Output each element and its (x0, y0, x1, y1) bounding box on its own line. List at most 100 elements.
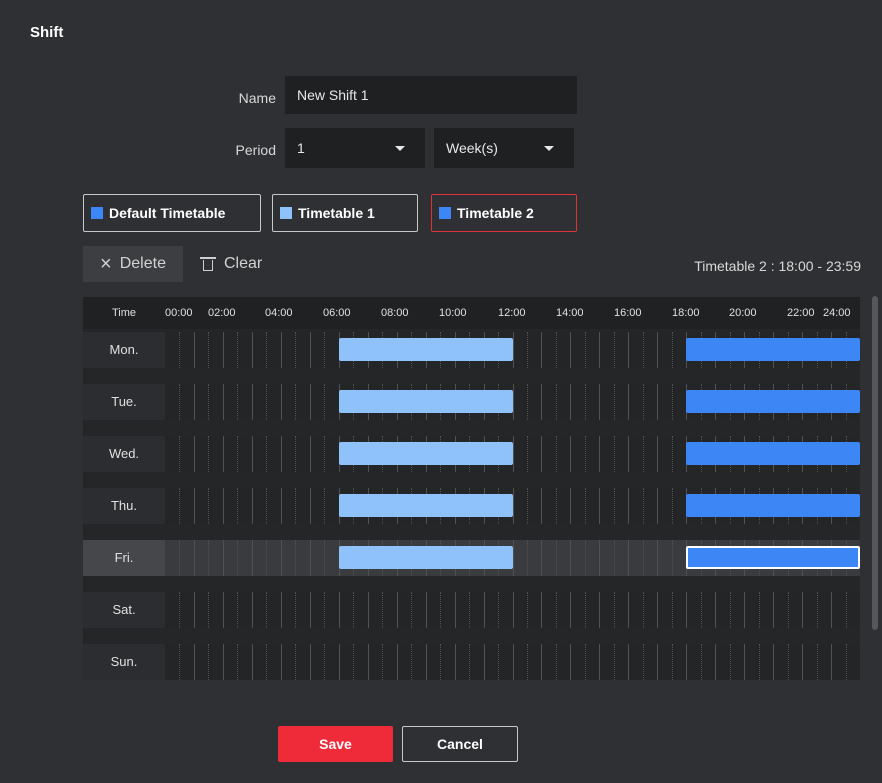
grid-line (628, 384, 629, 420)
grid-line (223, 540, 224, 576)
schedule-row[interactable]: Wed. (83, 436, 860, 472)
grid-line (324, 332, 325, 368)
grid-line (556, 644, 557, 680)
period-select[interactable]: 1 (285, 128, 425, 168)
grid-line (295, 592, 296, 628)
schedule-row[interactable]: Mon. (83, 332, 860, 368)
time-segment[interactable] (686, 338, 860, 361)
grid-line (614, 540, 615, 576)
schedule-row[interactable]: Sun. (83, 644, 860, 680)
grid-line (672, 488, 673, 524)
day-track[interactable] (165, 540, 860, 576)
grid-line (295, 540, 296, 576)
grid-line (455, 644, 456, 680)
day-track[interactable] (165, 644, 860, 680)
timetable-default-button[interactable]: Default Timetable (83, 194, 261, 232)
day-label: Wed. (83, 436, 165, 472)
scrollbar[interactable] (872, 296, 878, 630)
grid-line (455, 592, 456, 628)
time-segment[interactable] (686, 442, 860, 465)
grid-line (701, 644, 702, 680)
grid-line (672, 332, 673, 368)
grid-line (643, 488, 644, 524)
grid-line (498, 644, 499, 680)
grid-line (773, 592, 774, 628)
grid-line (237, 332, 238, 368)
grid-line (208, 592, 209, 628)
grid-line (194, 488, 195, 524)
grid-line (643, 384, 644, 420)
grid-line (744, 592, 745, 628)
grid-line (498, 592, 499, 628)
grid-line (194, 332, 195, 368)
grid-line (208, 384, 209, 420)
clear-button[interactable]: Clear (200, 246, 262, 282)
grid-line (223, 384, 224, 420)
grid-line (310, 592, 311, 628)
grid-line (339, 592, 340, 628)
day-track[interactable] (165, 488, 860, 524)
period-unit-select[interactable]: Week(s) (434, 128, 574, 168)
day-track[interactable] (165, 436, 860, 472)
grid-line (252, 436, 253, 472)
time-tick-label: 10:00 (439, 307, 467, 319)
grid-line (599, 488, 600, 524)
grid-line (701, 592, 702, 628)
time-segment[interactable] (339, 546, 513, 569)
grid-line (614, 644, 615, 680)
day-track[interactable] (165, 384, 860, 420)
timetable-2-button[interactable]: Timetable 2 (431, 194, 577, 232)
grid-line (426, 592, 427, 628)
dialog-title: Shift (30, 24, 64, 41)
grid-line (628, 592, 629, 628)
grid-line (484, 644, 485, 680)
time-tick-label: 20:00 (729, 307, 757, 319)
grid-line (570, 644, 571, 680)
time-axis-header: Time 00:00 02:00 04:00 06:00 08:00 10:00 12:00… (83, 297, 860, 329)
grid-line (237, 488, 238, 524)
grid-line (513, 592, 514, 628)
grid-line (556, 384, 557, 420)
schedule-row[interactable]: Fri. (83, 540, 860, 576)
grid-line (208, 540, 209, 576)
grid-line (310, 644, 311, 680)
grid-line (657, 436, 658, 472)
timetable-label: Timetable 2 (457, 205, 534, 221)
grid-line (686, 592, 687, 628)
grid-line (628, 488, 629, 524)
day-track[interactable] (165, 592, 860, 628)
delete-button[interactable]: × Delete (83, 246, 183, 282)
time-segment[interactable] (686, 546, 860, 569)
grid-line (266, 332, 267, 368)
grid-line (397, 592, 398, 628)
time-segment[interactable] (686, 494, 860, 517)
schedule-row[interactable]: Tue. (83, 384, 860, 420)
name-input[interactable] (285, 76, 577, 114)
grid-line (310, 436, 311, 472)
schedule-row[interactable]: Sat. (83, 592, 860, 628)
day-label: Tue. (83, 384, 165, 420)
cancel-button[interactable]: Cancel (402, 726, 518, 762)
grid-line (368, 644, 369, 680)
schedule-row[interactable]: Thu. (83, 488, 860, 524)
grid-line (208, 644, 209, 680)
grid-line (527, 540, 528, 576)
time-segment[interactable] (686, 390, 860, 413)
grid-line (252, 384, 253, 420)
time-segment[interactable] (339, 442, 513, 465)
time-segment[interactable] (339, 390, 513, 413)
grid-line (281, 436, 282, 472)
grid-line (817, 644, 818, 680)
grid-line (208, 488, 209, 524)
schedule-grid[interactable]: Time 00:00 02:00 04:00 06:00 08:00 10:00 12:00… (83, 297, 860, 680)
time-segment[interactable] (339, 338, 513, 361)
grid-line (310, 332, 311, 368)
grid-line (527, 332, 528, 368)
grid-line (585, 332, 586, 368)
grid-line (672, 644, 673, 680)
timetable-1-button[interactable]: Timetable 1 (272, 194, 418, 232)
grid-line (570, 384, 571, 420)
time-segment[interactable] (339, 494, 513, 517)
day-track[interactable] (165, 332, 860, 368)
save-button[interactable]: Save (278, 726, 393, 762)
